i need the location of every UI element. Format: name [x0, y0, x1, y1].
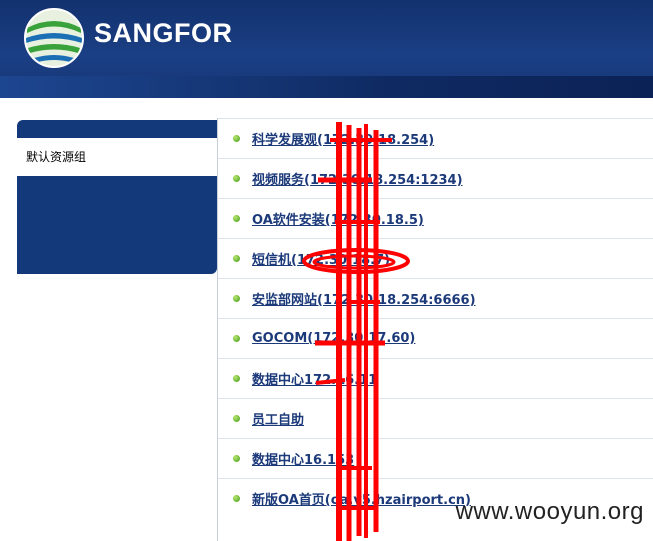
list-item: 员工自助 — [218, 398, 653, 438]
logo-text: SANGFOR — [94, 18, 233, 48]
list-item: 视频服务(172.30.18.254:1234) — [218, 158, 653, 198]
resource-link[interactable]: 新版OA首页(oa.v5.hzairport.cn) — [252, 493, 471, 508]
resource-list: 科学发展观(172.30.18.254) 视频服务(172.30.18.254:… — [217, 118, 653, 541]
bullet-icon — [233, 455, 240, 462]
list-item: 数据中心16.153 — [218, 438, 653, 478]
watermark: www.wooyun.org — [455, 498, 644, 525]
resource-link[interactable]: 视频服务(172.30.18.254:1234) — [252, 173, 463, 188]
resource-link[interactable]: 短信机(172.30.18.7) — [252, 253, 390, 268]
header-band — [0, 76, 653, 98]
header: SANGFOR — [0, 0, 653, 98]
resource-link[interactable]: 安监部网站(172.30.18.254:6666) — [252, 293, 476, 308]
list-item: 数据中心172.16.11 — [218, 358, 653, 398]
bullet-icon — [233, 495, 240, 502]
bullet-icon — [233, 375, 240, 382]
list-item: OA软件安装(172.30.18.5) — [218, 198, 653, 238]
list-item: 安监部网站(172.30.18.254:6666) — [218, 278, 653, 318]
bullet-icon — [233, 175, 240, 182]
resource-link[interactable]: OA软件安装(172.30.18.5) — [252, 213, 424, 228]
globe-icon — [24, 8, 84, 68]
bullet-icon — [233, 255, 240, 262]
bullet-icon — [233, 135, 240, 142]
bullet-icon — [233, 415, 240, 422]
list-item: 短信机(172.30.18.7) — [218, 238, 653, 278]
list-item: 科学发展观(172.30.18.254) — [218, 118, 653, 158]
sidebar-item-default-group[interactable]: 默认资源组 — [17, 138, 217, 176]
bullet-icon — [233, 215, 240, 222]
resource-link[interactable]: 数据中心16.153 — [252, 453, 354, 468]
list-item: GOCOM(172.30.17.60) — [218, 318, 653, 358]
resource-link[interactable]: GOCOM(172.30.17.60) — [252, 331, 415, 346]
bullet-icon — [233, 335, 240, 342]
resource-link[interactable]: 员工自助 — [252, 413, 304, 428]
resource-link[interactable]: 科学发展观(172.30.18.254) — [252, 133, 434, 148]
bullet-icon — [233, 295, 240, 302]
resource-link[interactable]: 数据中心172.16.11 — [252, 373, 377, 388]
